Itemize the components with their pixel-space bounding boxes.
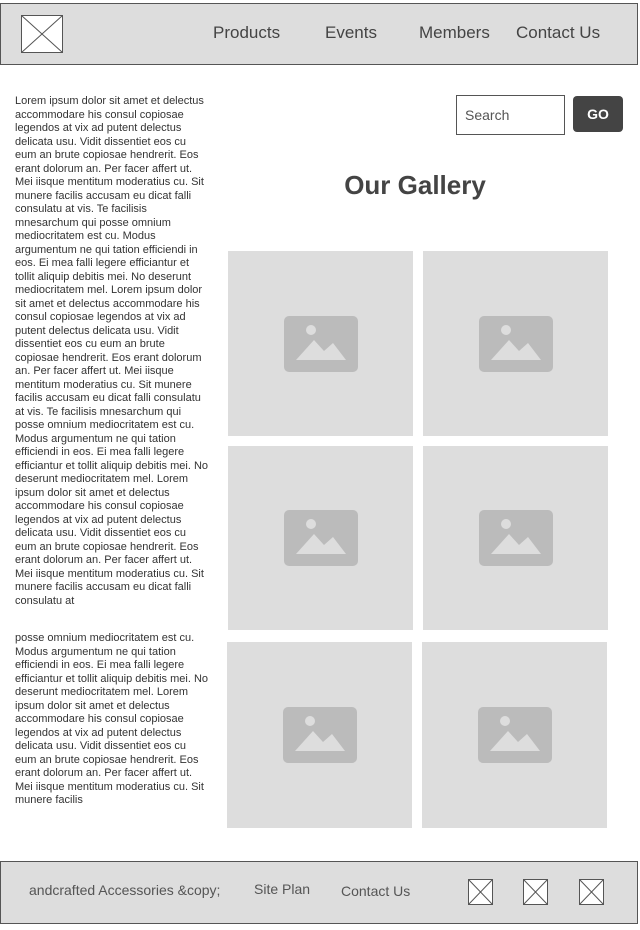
social-placeholder-icon[interactable] [523, 879, 548, 905]
site-footer: andcrafted Accessories &copy; Site Plan … [0, 861, 638, 924]
nav-products[interactable]: Products [213, 23, 280, 43]
image-placeholder-icon [283, 510, 358, 566]
gallery-tile[interactable] [423, 251, 608, 436]
sidebar-text-top: Lorem ipsum dolor sit amet et delectus a… [15, 95, 209, 607]
social-placeholder-icon[interactable] [579, 879, 604, 905]
footer-link-site-plan[interactable]: Site Plan [254, 881, 310, 897]
sidebar-text-bottom: posse omnium mediocritatem est cu. Modus… [15, 632, 209, 806]
search-go-button[interactable]: GO [573, 96, 623, 132]
image-placeholder-icon [282, 707, 357, 763]
image-placeholder-icon [283, 315, 358, 372]
footer-copyright: andcrafted Accessories &copy; [29, 882, 221, 898]
nav-contact-us[interactable]: Contact Us [516, 23, 600, 43]
nav-events[interactable]: Events [325, 23, 377, 43]
site-header: Products Events Members Contact Us [0, 3, 638, 65]
gallery-tile[interactable] [423, 446, 608, 630]
social-placeholder-icon[interactable] [468, 879, 493, 905]
gallery-title: Our Gallery [344, 170, 486, 200]
gallery-tile[interactable] [228, 251, 413, 436]
search-input[interactable] [456, 95, 565, 135]
gallery-tile[interactable] [227, 642, 412, 828]
image-placeholder-icon [478, 315, 553, 372]
nav-members[interactable]: Members [419, 23, 490, 43]
image-placeholder-icon [478, 510, 553, 566]
image-placeholder-icon [477, 707, 552, 763]
gallery-tile[interactable] [228, 446, 413, 630]
logo-placeholder-icon[interactable] [21, 15, 63, 53]
gallery-tile[interactable] [422, 642, 607, 828]
footer-link-contact-us[interactable]: Contact Us [341, 883, 410, 899]
